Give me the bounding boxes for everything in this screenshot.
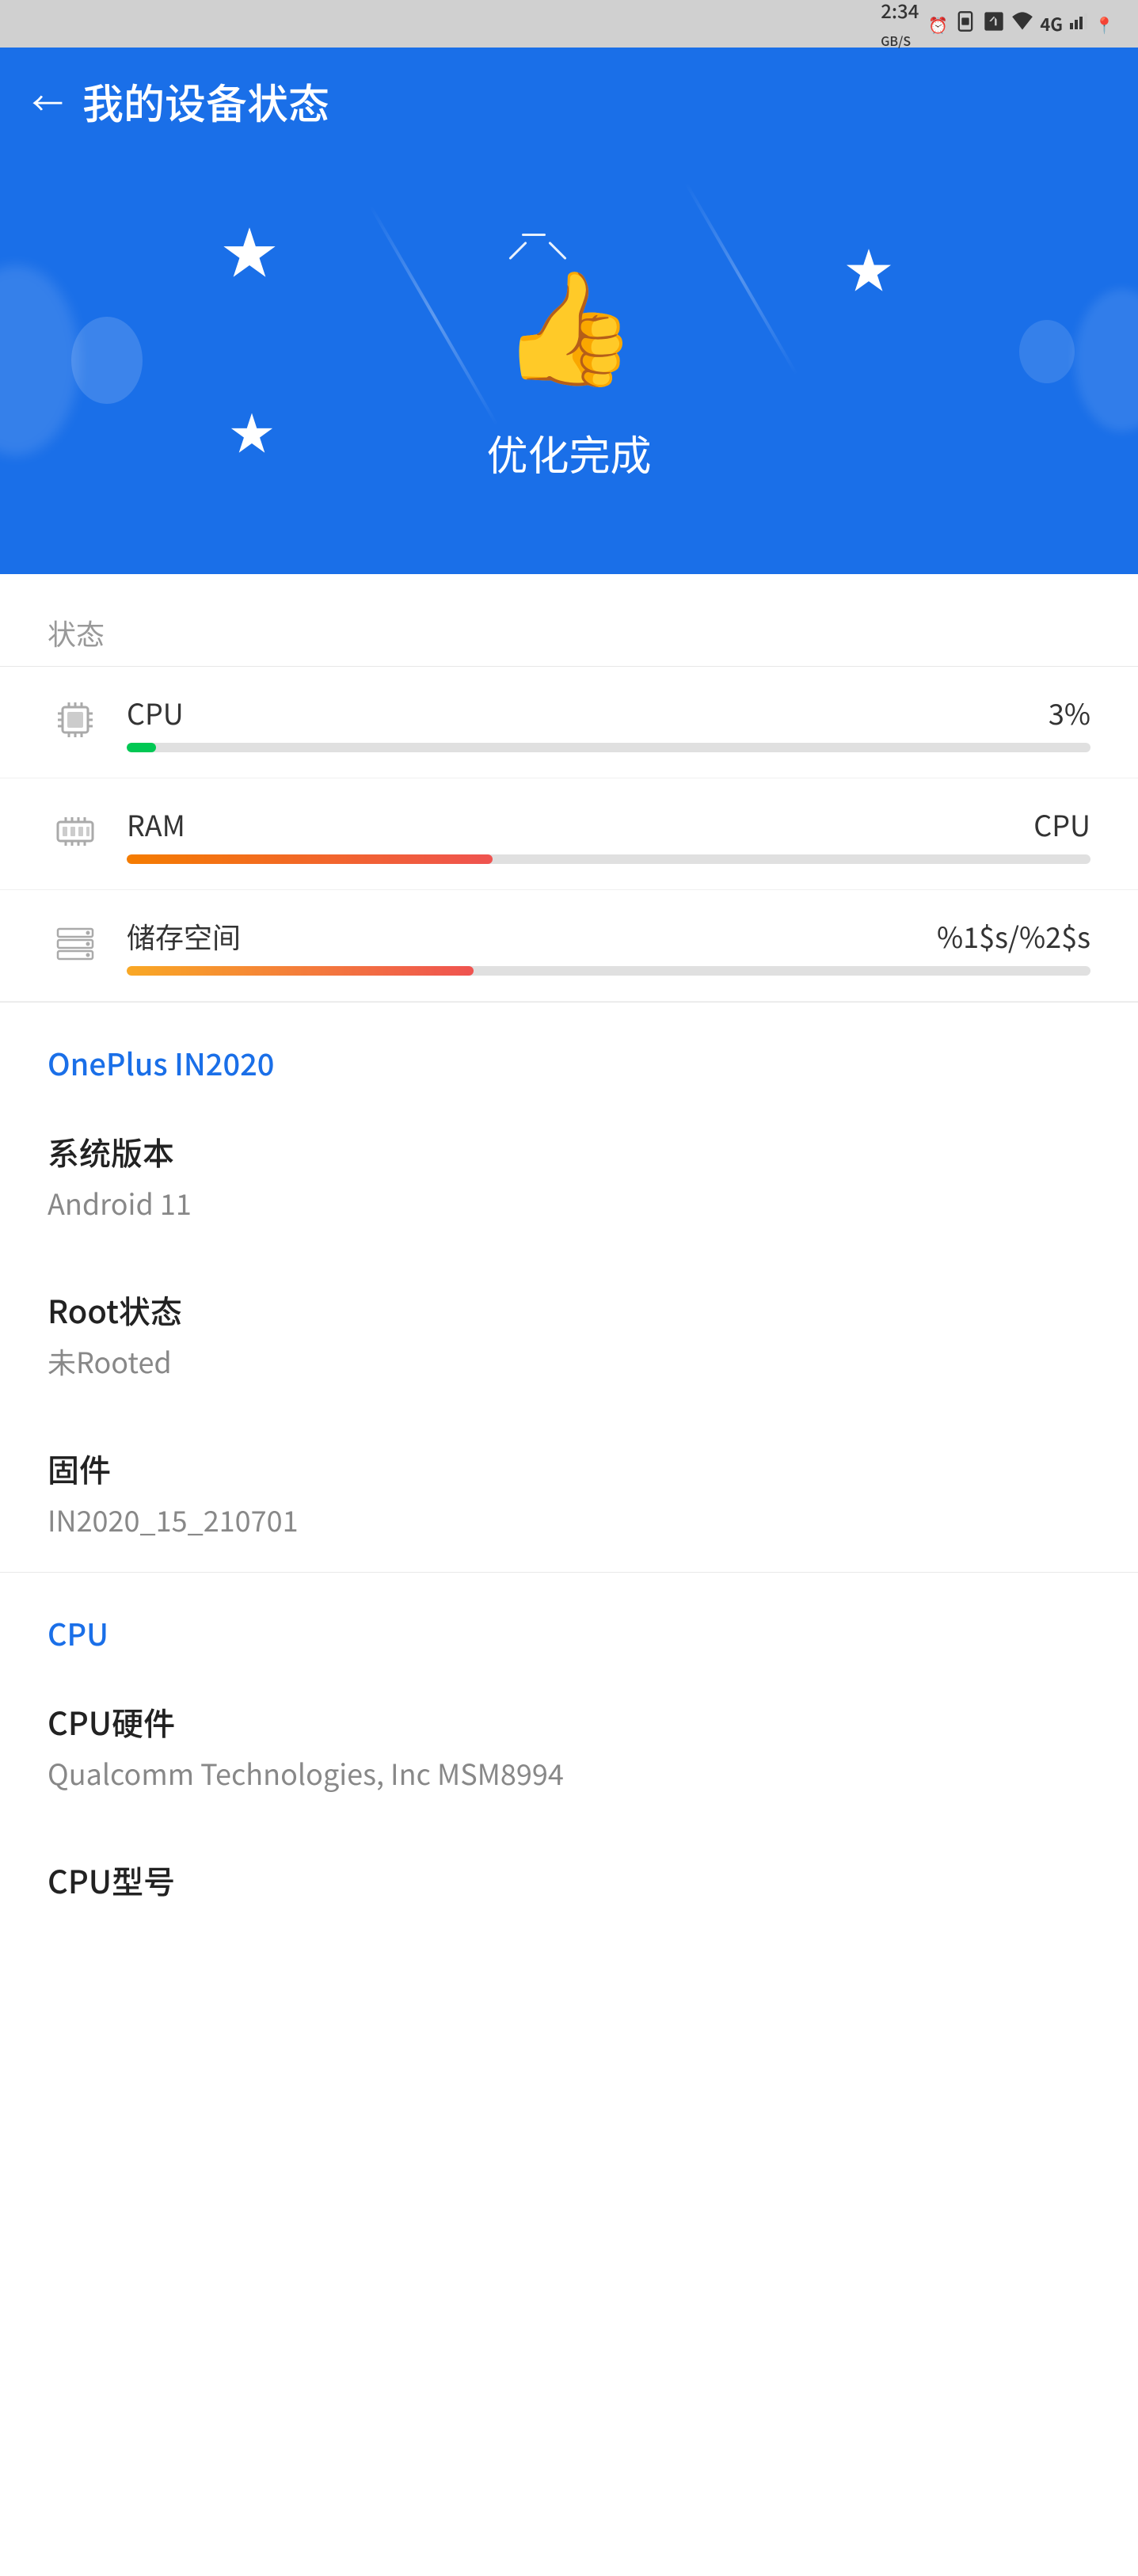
ram-value: CPU: [1033, 804, 1090, 845]
status-group: 状态: [0, 574, 1138, 1002]
device-group: OnePlus IN2020 系统版本 Android 11 Root状态 未R…: [0, 1003, 1138, 1572]
ram-progress-fill: [127, 854, 493, 864]
status-section-header: 状态: [0, 574, 1138, 667]
device-section-header: OnePlus IN2020: [0, 1003, 1138, 1097]
cpu-icon-box: [48, 692, 103, 748]
ram-status-item: RAM CPU: [0, 778, 1138, 890]
ram-chip-icon: [53, 809, 97, 854]
firmware-label: 固件: [48, 1445, 1090, 1491]
sparkle-line-2: [522, 234, 546, 236]
alarm-icon: ⏰: [928, 13, 948, 36]
status-bar: 2:34 GB/S ⏰ 4G: [0, 0, 1138, 48]
storage-label: 储存空间: [127, 915, 241, 957]
root-status-item: Root状态 未Rooted: [0, 1255, 1138, 1414]
ram-icon-box: [48, 804, 103, 859]
location-icon: 📍: [1094, 13, 1114, 36]
storage-progress-track: [127, 966, 1090, 976]
cpu-model-label: CPU型号: [48, 1857, 1090, 1903]
cpu-value: 3%: [1049, 692, 1090, 733]
main-content: 状态: [0, 574, 1138, 2576]
cpu-model-item: CPU型号: [0, 1825, 1138, 1942]
cpu-section-header: CPU: [0, 1573, 1138, 1667]
back-button[interactable]: ←: [32, 78, 63, 124]
status-time: 2:34 GB/S: [881, 0, 919, 51]
sim-icon: [954, 10, 976, 37]
hero-optimization-text: 优化完成: [486, 423, 651, 482]
firmware-value: IN2020_15_210701: [48, 1499, 1090, 1540]
star-3: ★: [230, 399, 274, 463]
storage-icon: [53, 921, 97, 965]
bubble-right: [1019, 320, 1075, 383]
cpu-progress-track: [127, 743, 1090, 752]
storage-status-item: 储存空间 %1$s/%2$s: [0, 890, 1138, 1002]
system-version-item: 系统版本 Android 11: [0, 1097, 1138, 1255]
cpu-hardware-item: CPU硬件 Qualcomm Technologies, Inc MSM8994: [0, 1667, 1138, 1825]
ram-progress-track: [127, 854, 1090, 864]
root-status-label: Root状态: [48, 1287, 1090, 1333]
storage-icon-box: [48, 915, 103, 971]
cpu-chip-icon: [53, 698, 97, 742]
storage-status-content: 储存空间 %1$s/%2$s: [127, 915, 1090, 976]
cpu-group: CPU CPU硬件 Qualcomm Technologies, Inc MSM…: [0, 1573, 1138, 2576]
ram-label: RAM: [127, 804, 185, 845]
cpu-status-content: CPU 3%: [127, 692, 1090, 752]
thumbs-up-icon: 👍: [500, 239, 638, 399]
signal-bar-icon: [1069, 12, 1088, 36]
star-1: ★: [222, 210, 277, 290]
storage-progress-fill: [127, 966, 474, 976]
wifi-icon: [1011, 12, 1033, 36]
cpu-status-item: CPU 3%: [0, 667, 1138, 778]
page-title: 我的设备状态: [82, 71, 329, 131]
ram-status-content: RAM CPU: [127, 804, 1090, 864]
bubble-left: [71, 317, 143, 404]
content-spacer: [0, 1942, 1138, 2576]
system-version-value: Android 11: [48, 1182, 1090, 1223]
cpu-progress-fill: [127, 743, 156, 752]
star-2: ★: [845, 234, 893, 302]
cpu-hardware-label: CPU硬件: [48, 1699, 1090, 1745]
storage-value: %1$s/%2$s: [937, 915, 1090, 957]
firmware-item: 固件 IN2020_15_210701: [0, 1414, 1138, 1572]
root-status-value: 未Rooted: [48, 1341, 1090, 1382]
hero-section: ★ ★ ★ 👍 优化完成: [0, 146, 1138, 574]
nfc-icon: [983, 10, 1005, 37]
system-version-label: 系统版本: [48, 1128, 1090, 1174]
signal-4g-icon: 4G: [1040, 11, 1063, 36]
cpu-hardware-value: Qualcomm Technologies, Inc MSM8994: [48, 1752, 1090, 1794]
page-header: ← 我的设备状态: [0, 48, 1138, 146]
cpu-label: CPU: [127, 692, 184, 733]
status-icons: ⏰ 4G 📍: [928, 10, 1114, 37]
